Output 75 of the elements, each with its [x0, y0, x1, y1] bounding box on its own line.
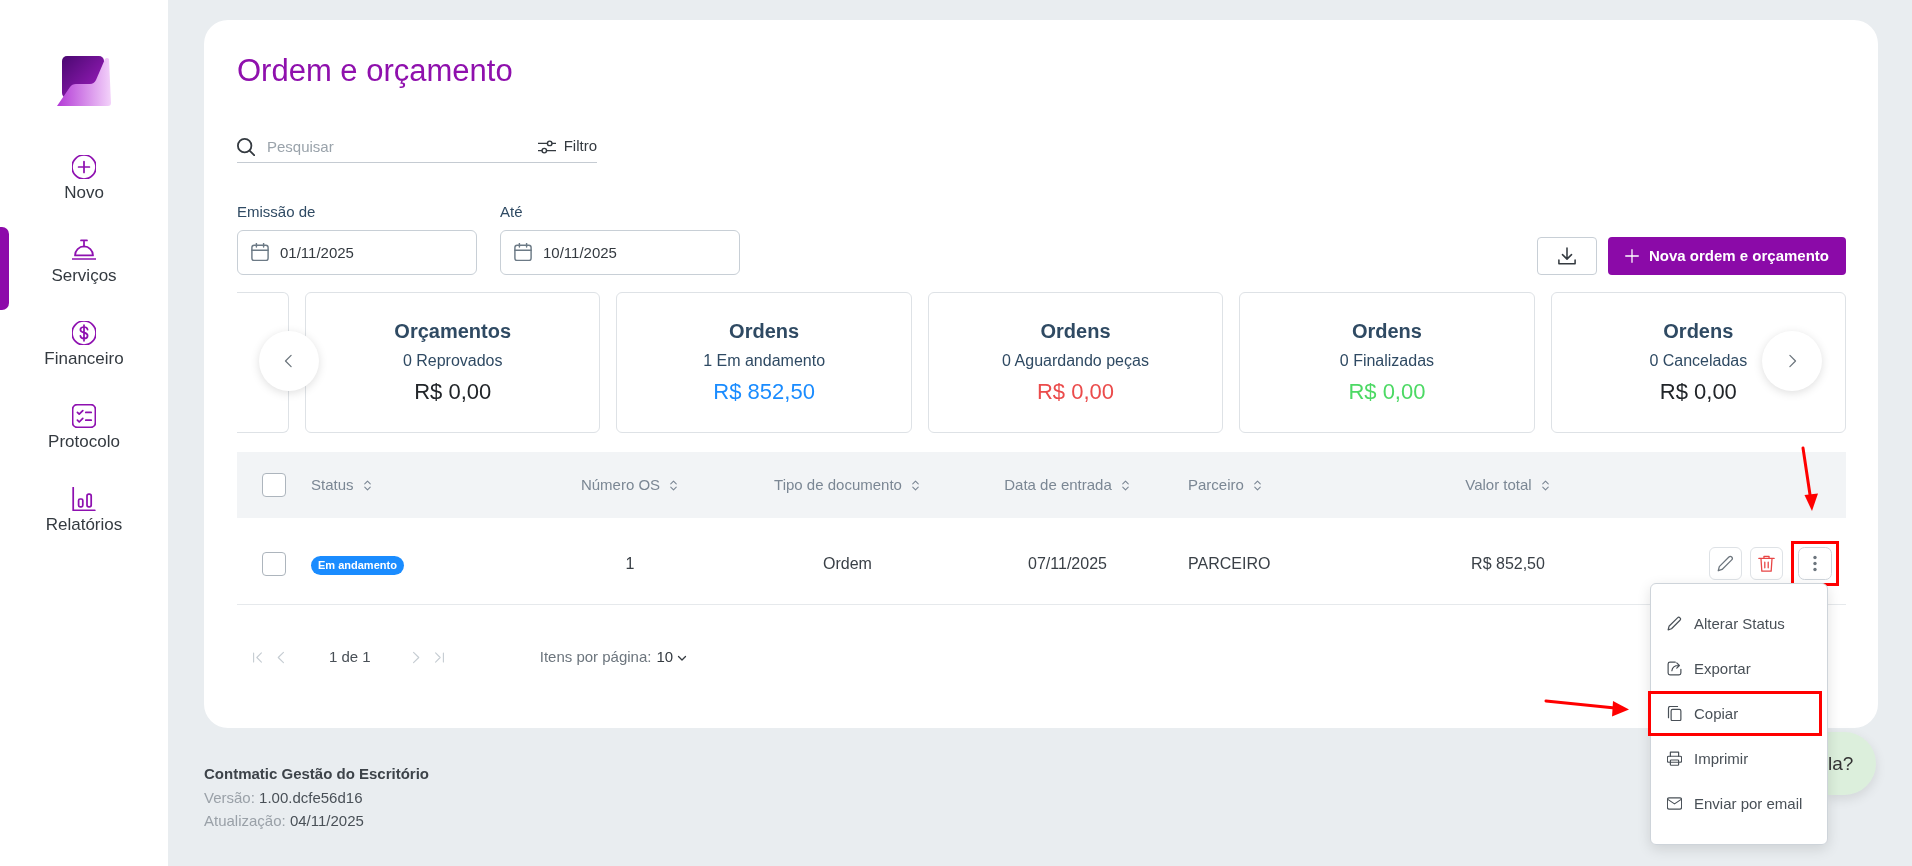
next-button[interactable]: [1762, 331, 1822, 391]
bar-chart-icon: [72, 487, 96, 511]
menu-item[interactable]: Imprimir: [1651, 736, 1827, 782]
card-value: R$ 852,50: [713, 378, 815, 406]
card-value: R$ 0,00: [1348, 378, 1426, 406]
nav-item[interactable]: Novo: [0, 144, 168, 227]
info-value: 04/11/2025: [289, 812, 364, 829]
page-size-select[interactable]: 10: [656, 646, 688, 669]
menu-item[interactable]: Enviar por email: [1651, 781, 1827, 827]
search-field[interactable]: Pesquisar: [237, 131, 538, 163]
trash-icon: [1758, 555, 1775, 573]
card-subtitle: 1 Em andamento: [703, 351, 826, 371]
pencil-icon: [1717, 555, 1734, 573]
copy-icon: [1667, 706, 1682, 722]
plus-icon: [1624, 249, 1639, 263]
pencil-icon: [1667, 616, 1682, 632]
page-indicator: 1 de 1: [329, 647, 371, 668]
page-size-label: Itens por página:: [539, 647, 652, 668]
previous-button[interactable]: [259, 331, 319, 391]
order-number: 1: [625, 554, 635, 572]
status-badge: Em andamento: [311, 555, 404, 575]
card-title: Ordens: [1351, 319, 1422, 343]
card-value: R$ 0,00: [1037, 378, 1115, 406]
menu-item[interactable]: Exportar: [1651, 646, 1827, 692]
card-value: R$ 0,00: [1659, 378, 1737, 406]
card-subtitle: 0 Finalizadas: [1339, 351, 1435, 371]
app-name: Contmatic Gestão do Escritório: [204, 765, 430, 782]
bell-icon: [72, 238, 96, 262]
calendar-icon: [251, 243, 269, 261]
info-label: Versão:: [204, 788, 255, 806]
select-all-checkbox[interactable]: [262, 473, 286, 497]
page-title: Ordem e orçamento: [237, 52, 513, 90]
more-icon: [1798, 547, 1832, 581]
total-value: R$ 852,50: [1471, 554, 1545, 572]
search-icon: [237, 138, 255, 156]
nav-item[interactable]: Relatórios: [0, 476, 168, 559]
first-page-icon: [250, 651, 264, 664]
box-arrow-icon: [1667, 661, 1682, 677]
download-icon: [1557, 247, 1576, 265]
row-checkbox[interactable]: [262, 551, 286, 576]
checklist-icon: [72, 404, 96, 428]
card-title: Ordens: [729, 319, 800, 343]
field-label: Até: [500, 202, 523, 222]
partner-name: PARCEIRO: [1188, 554, 1271, 572]
card-subtitle: 0 Reprovados: [402, 351, 503, 371]
info-label: Atualização:: [204, 812, 286, 829]
card-value: R$ 0,00: [414, 378, 492, 406]
card-title: Ordens: [1663, 319, 1734, 343]
field-label: Emissão de: [237, 202, 316, 222]
menu-item[interactable]: Copiar: [1648, 691, 1822, 737]
card-title: Orçamentos: [394, 319, 512, 343]
calendar-icon: [514, 243, 532, 261]
nav-item[interactable]: Protocolo: [0, 393, 168, 476]
card-subtitle: 0 Canceladas: [1649, 351, 1748, 371]
card-subtitle: 0 Aguardando peças: [1002, 351, 1149, 371]
last-page-icon: [433, 651, 447, 664]
info-value: 1.00.dcfe56d16: [259, 788, 363, 806]
entry-date: 07/11/2025: [1028, 554, 1107, 572]
printer-icon: [1667, 751, 1682, 767]
nav-item[interactable]: Serviços: [0, 227, 168, 310]
document-type: Ordem: [823, 554, 872, 572]
new-order-button[interactable]: Nova ordem e orçamento: [1607, 237, 1846, 275]
delete-button[interactable]: [1750, 547, 1783, 581]
date-field[interactable]: 01/11/2025: [237, 230, 477, 275]
date-field[interactable]: 10/11/2025: [500, 230, 740, 275]
filter-button[interactable]: Filtro: [537, 131, 597, 163]
logo-icon: [57, 56, 111, 106]
edit-button[interactable]: [1709, 547, 1742, 581]
sliders-icon: [537, 137, 556, 156]
download-button[interactable]: [1536, 237, 1597, 275]
help-button[interactable]: la?: [1828, 732, 1876, 795]
nav-item[interactable]: Financeiro: [0, 310, 168, 393]
menu-item[interactable]: Alterar Status: [1651, 601, 1827, 647]
card-title: Ordens: [1040, 319, 1111, 343]
envelope-icon: [1667, 796, 1682, 812]
